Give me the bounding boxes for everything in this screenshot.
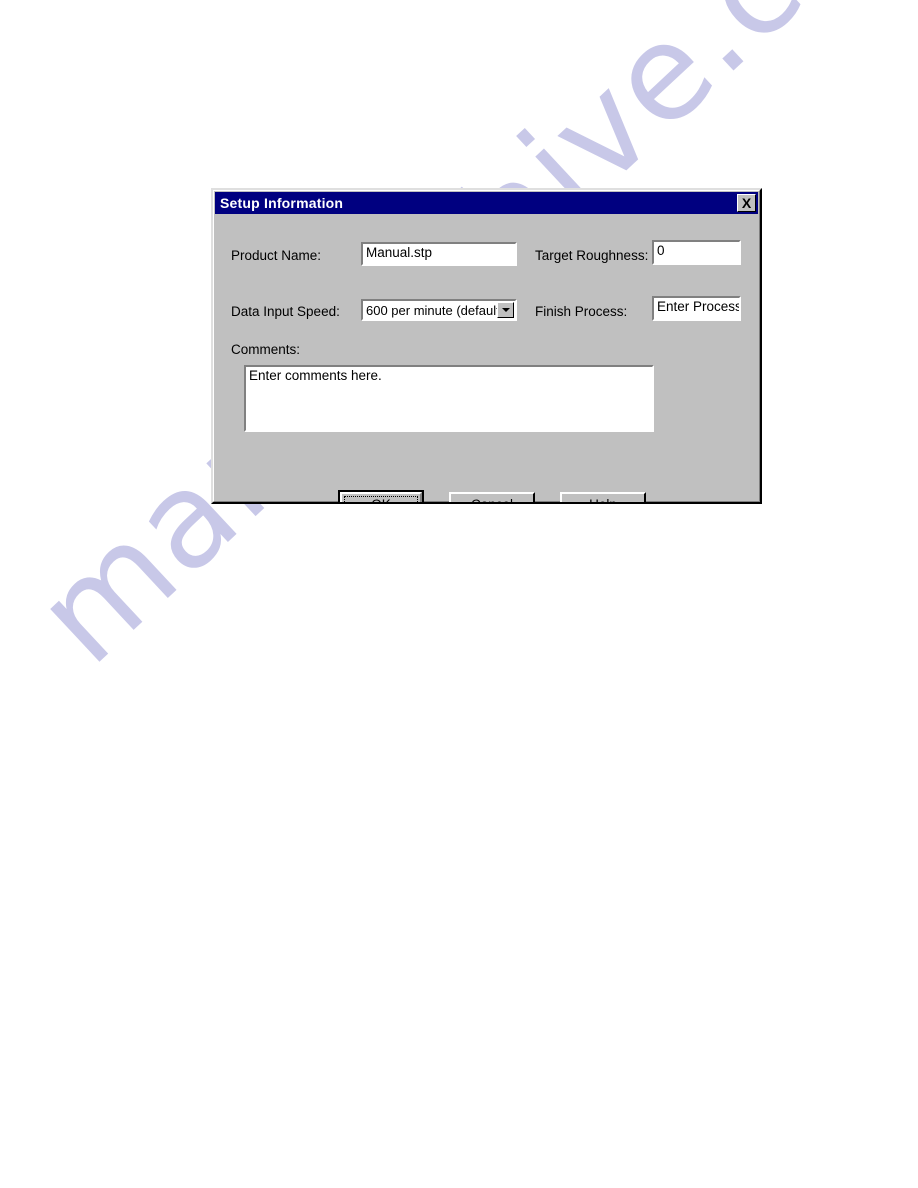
dialog-title: Setup Information (220, 195, 344, 211)
help-button[interactable]: Help (560, 492, 646, 504)
comments-textarea[interactable]: Enter comments here. (244, 365, 654, 432)
ok-button[interactable]: OK (340, 492, 422, 504)
finish-process-input[interactable]: Enter Process (652, 296, 741, 321)
close-icon: X (741, 194, 752, 211)
chevron-down-glyph (501, 308, 510, 312)
target-roughness-value: 0 (657, 243, 665, 258)
ok-button-label: OK (371, 496, 391, 504)
finish-process-value: Enter Process (657, 299, 741, 314)
chevron-down-icon[interactable] (497, 302, 514, 318)
cancel-button[interactable]: Cancel (449, 492, 535, 504)
ok-button-frame: OK (338, 490, 424, 504)
target-roughness-input[interactable]: 0 (652, 240, 741, 265)
target-roughness-label: Target Roughness: (535, 248, 649, 263)
page-watermark: manualshive.com (0, 0, 918, 1188)
finish-process-label: Finish Process: (535, 304, 628, 319)
product-name-label: Product Name: (231, 248, 322, 263)
data-input-speed-value: 600 per minute (default) (366, 302, 497, 318)
product-name-input[interactable]: Manual.stp (361, 242, 517, 266)
data-input-speed-combobox[interactable]: 600 per minute (default) (361, 299, 517, 321)
close-button[interactable]: X (737, 194, 756, 212)
setup-information-dialog: Setup Information X Product Name: Manual… (211, 188, 762, 504)
help-button-label: Help (589, 496, 617, 504)
comments-value: Enter comments here. (249, 368, 382, 383)
comments-label: Comments: (231, 342, 301, 357)
product-name-value: Manual.stp (366, 245, 433, 260)
dialog-client-area: Product Name: Manual.stp Data Input Spee… (215, 214, 758, 502)
titlebar: Setup Information X (215, 192, 758, 214)
data-input-speed-label: Data Input Speed: (231, 304, 340, 319)
cancel-button-label: Cancel (470, 496, 514, 504)
